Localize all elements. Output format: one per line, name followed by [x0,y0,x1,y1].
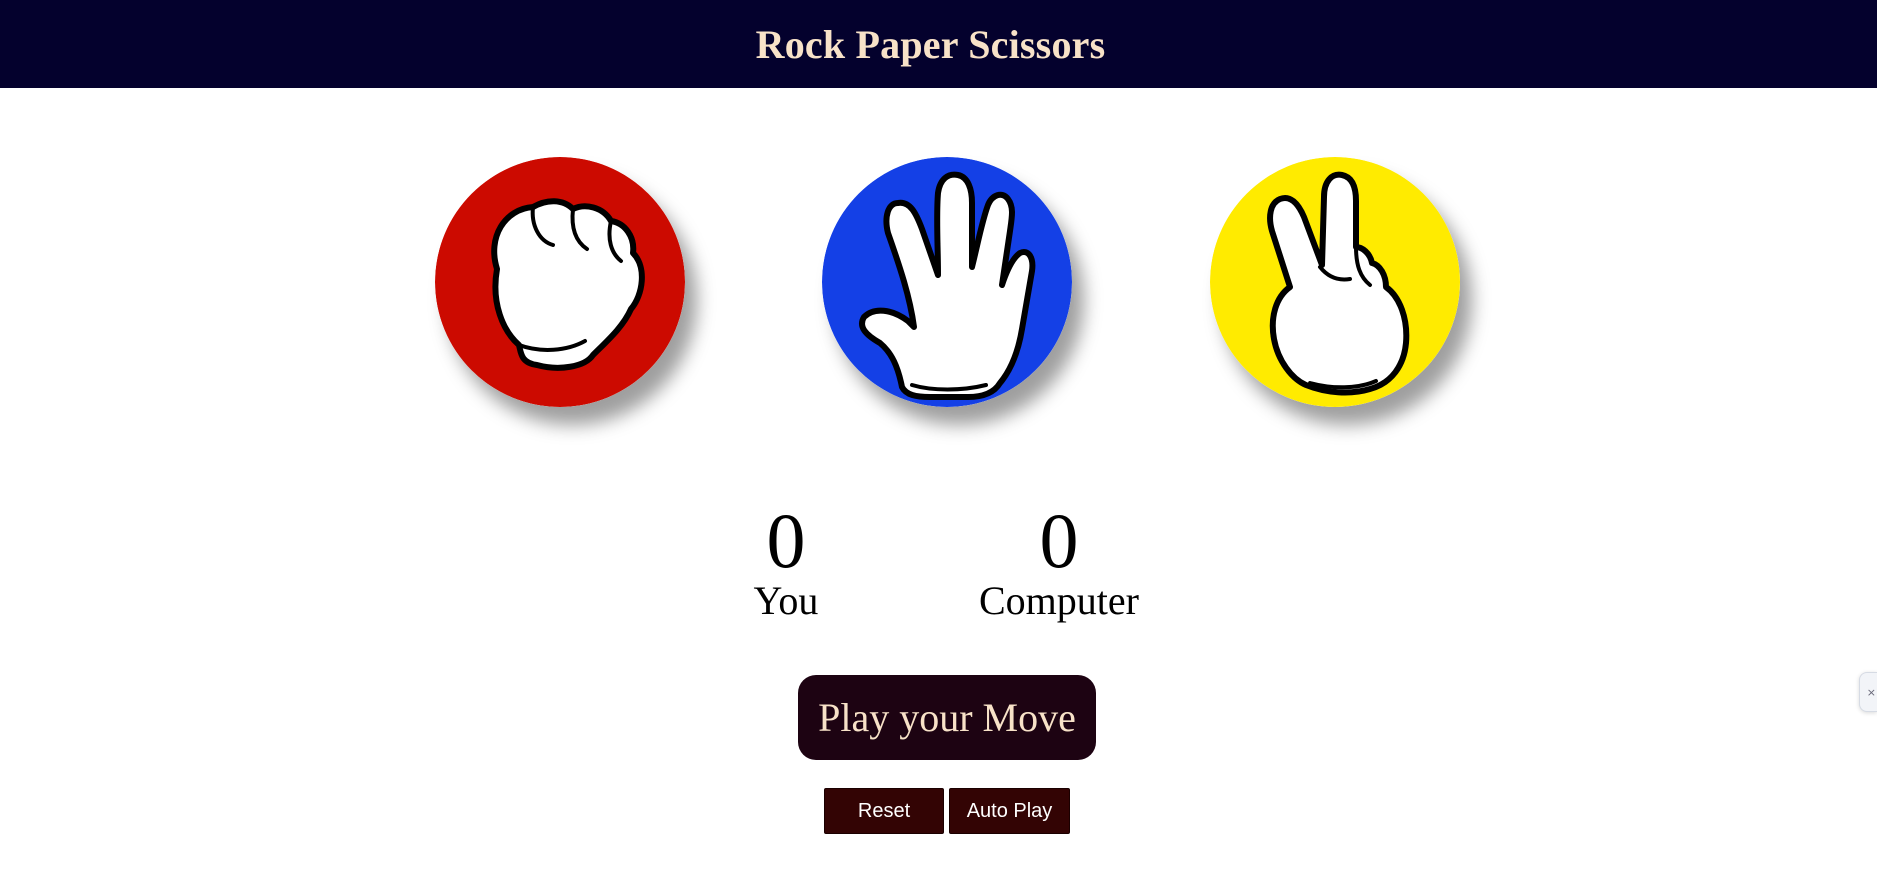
player-score-value: 0 [766,497,806,584]
page-title: Rock Paper Scissors [755,21,1106,67]
auto-play-button[interactable]: Auto Play [949,788,1070,834]
scissors-button[interactable] [1210,157,1460,407]
player-score-label: You [753,578,819,623]
paper-button[interactable] [822,157,1072,407]
rock-fist-icon [435,157,685,407]
reset-button[interactable]: Reset [824,788,944,834]
computer-score-value: 0 [1039,497,1079,584]
edge-tab[interactable]: × [1859,672,1877,712]
rock-button[interactable] [435,157,685,407]
player-score: 0 You [676,498,896,624]
computer-score: 0 Computer [949,498,1169,624]
computer-score-label: Computer [979,578,1139,623]
scissors-hand-icon [1210,157,1460,407]
close-icon: × [1866,685,1876,699]
header-bar: Rock Paper Scissors [0,0,1877,88]
play-move-button[interactable]: Play your Move [798,675,1096,760]
paper-hand-icon [822,157,1072,407]
